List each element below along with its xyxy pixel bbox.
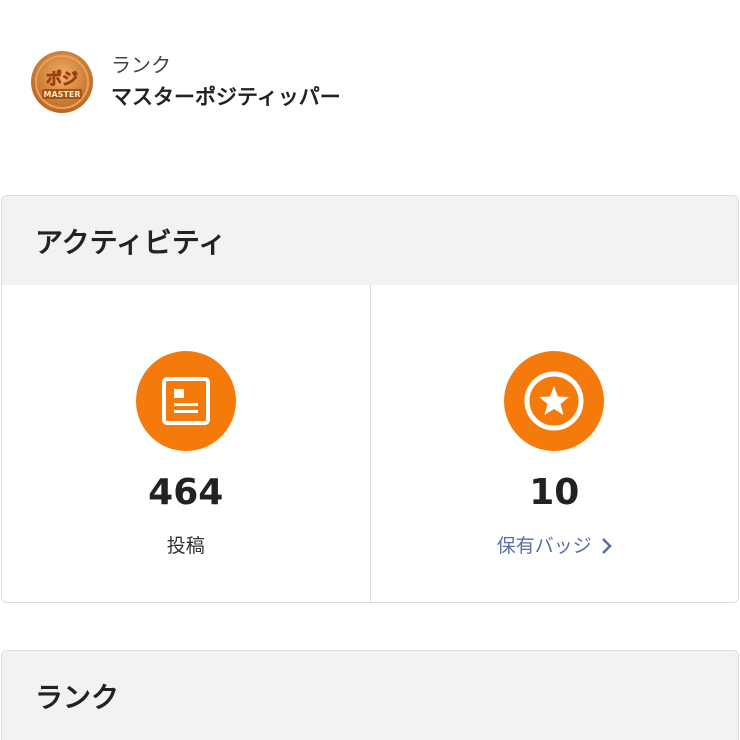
owned-badges-link[interactable]: 保有バッジ: [497, 533, 612, 559]
posts-stat: 464 投稿: [2, 285, 370, 602]
owned-badges-link-label: 保有バッジ: [496, 535, 592, 557]
rank-text: ランク マスターポジティッパー: [111, 52, 341, 112]
badges-stat: 10 保有バッジ: [369, 285, 739, 602]
star-badge-icon: [504, 351, 605, 451]
document-icon: [135, 351, 236, 451]
rank-section-title: ランク: [2, 651, 738, 740]
rank-header: ポジ MASTER ランク マスターポジティッパー: [30, 50, 341, 114]
activity-card: アクティビティ 464 投稿 10 保有バッジ: [1, 195, 739, 603]
chevron-right-icon: [601, 538, 612, 554]
rank-badge-icon: ポジ MASTER: [30, 50, 94, 114]
activity-title: アクティビティ: [2, 196, 738, 285]
rank-label: ランク: [111, 53, 171, 77]
activity-stats: 464 投稿 10 保有バッジ: [2, 285, 739, 602]
posts-count: 464: [148, 472, 224, 513]
badges-count: 10: [529, 472, 580, 513]
posts-label: 投稿: [166, 535, 205, 557]
rank-card: ランク: [1, 650, 739, 740]
badge-sub-text: MASTER: [44, 90, 81, 99]
profile-page: ポジ MASTER ランク マスターポジティッパー アクティビティ 464 投稿…: [0, 0, 740, 740]
badge-main-text: ポジ: [46, 69, 78, 88]
rank-name: マスターポジティッパー: [111, 85, 341, 109]
